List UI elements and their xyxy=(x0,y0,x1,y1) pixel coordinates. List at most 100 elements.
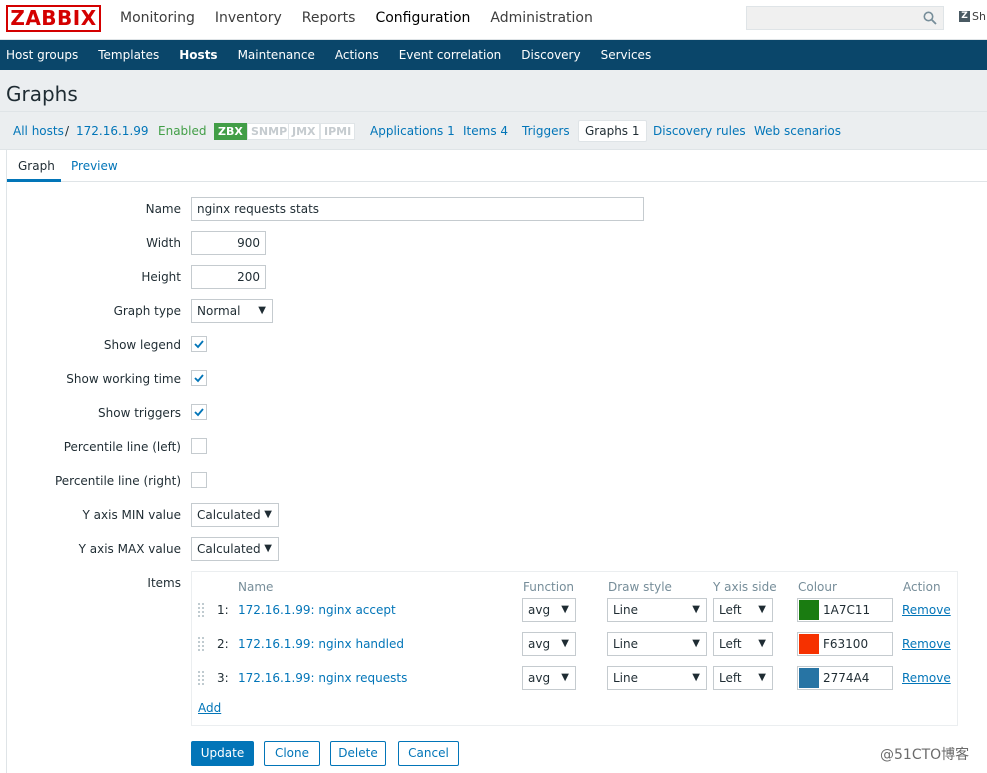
watermark: @51CTO博客 xyxy=(880,747,970,763)
item-name-link[interactable]: 172.16.1.99: nginx handled xyxy=(238,637,404,651)
host-tab-items[interactable]: Items 4 xyxy=(463,124,508,138)
menu-administration[interactable]: Administration xyxy=(480,0,602,40)
show-triggers-label: Show triggers xyxy=(98,406,181,420)
dropdown-arrow-icon: ▼ xyxy=(258,305,266,316)
breadcrumb-host[interactable]: 172.16.1.99 xyxy=(76,124,149,138)
remove-item-link[interactable]: Remove xyxy=(902,671,951,685)
ymax-label: Y axis MAX value xyxy=(78,542,181,556)
y-axis-side-select[interactable]: Left ▼ xyxy=(713,666,773,690)
search-icon[interactable] xyxy=(923,11,937,25)
show-legend-label: Show legend xyxy=(103,338,181,352)
submenu-services[interactable]: Services xyxy=(601,40,672,70)
y-axis-side-select[interactable]: Left ▼ xyxy=(713,598,773,622)
host-tab-applications[interactable]: Applications 1 xyxy=(370,124,455,138)
tab-graph[interactable]: Graph xyxy=(18,159,55,173)
dropdown-arrow-icon: ▼ xyxy=(692,604,700,615)
host-tab-graphs[interactable]: Graphs 1 xyxy=(578,120,647,142)
graph-type-label: Graph type xyxy=(113,304,181,318)
submenu-templates[interactable]: Templates xyxy=(98,40,179,70)
add-item-link[interactable]: Add xyxy=(198,701,221,715)
ymax-value: Calculated xyxy=(197,542,261,556)
colour-swatch[interactable] xyxy=(799,634,819,654)
colour-value: 2774A4 xyxy=(823,671,870,685)
draw-style-value: Line xyxy=(613,637,639,651)
tab-preview[interactable]: Preview xyxy=(71,159,118,173)
graph-type-select[interactable]: Normal ▼ xyxy=(191,299,273,323)
row-number: 1: xyxy=(217,603,229,617)
share-label: Sh xyxy=(972,10,986,23)
ymin-value: Calculated xyxy=(197,508,261,522)
drag-handle-icon[interactable] xyxy=(198,636,204,652)
search-input[interactable] xyxy=(746,6,944,30)
colour-swatch[interactable] xyxy=(799,668,819,688)
submenu-discovery[interactable]: Discovery xyxy=(521,40,600,70)
width-field[interactable]: 900 xyxy=(191,231,266,255)
item-name-link[interactable]: 172.16.1.99: nginx requests xyxy=(238,671,407,685)
menu-inventory[interactable]: Inventory xyxy=(205,0,292,40)
submenu-event-correlation[interactable]: Event correlation xyxy=(399,40,522,70)
function-select[interactable]: avg ▼ xyxy=(522,632,576,656)
zabbix-logo[interactable]: ZABBIX xyxy=(6,5,101,32)
submenu-maintenance[interactable]: Maintenance xyxy=(238,40,335,70)
percentile-left-label: Percentile line (left) xyxy=(63,440,181,454)
function-value: avg xyxy=(528,671,551,685)
ymin-label: Y axis MIN value xyxy=(82,508,181,522)
share-link[interactable]: Z Sh xyxy=(959,10,986,23)
y-axis-side-value: Left xyxy=(719,603,742,617)
host-status[interactable]: Enabled xyxy=(158,124,207,138)
function-select[interactable]: avg ▼ xyxy=(522,598,576,622)
percentile-right-checkbox[interactable] xyxy=(191,472,207,488)
submenu-hosts[interactable]: Hosts xyxy=(179,40,237,70)
badge-zbx: ZBX xyxy=(214,123,247,140)
draw-style-select[interactable]: Line ▼ xyxy=(607,598,707,622)
draw-style-select[interactable]: Line ▼ xyxy=(607,632,707,656)
col-function: Function xyxy=(523,580,575,594)
height-field[interactable]: 200 xyxy=(191,265,266,289)
function-select[interactable]: avg ▼ xyxy=(522,666,576,690)
submenu-actions[interactable]: Actions xyxy=(335,40,399,70)
items-label: Items xyxy=(147,576,181,590)
submenu-host-groups[interactable]: Host groups xyxy=(6,40,98,70)
active-tab-indicator xyxy=(7,179,61,182)
sub-menu: Host groups Templates Hosts Maintenance … xyxy=(0,40,987,70)
dropdown-arrow-icon: ▼ xyxy=(758,638,766,649)
clone-button[interactable]: Clone xyxy=(264,741,320,766)
remove-item-link[interactable]: Remove xyxy=(902,637,951,651)
percentile-left-checkbox[interactable] xyxy=(191,438,207,454)
item-name-link[interactable]: 172.16.1.99: nginx accept xyxy=(238,603,396,617)
draw-style-select[interactable]: Line ▼ xyxy=(607,666,707,690)
host-tab-triggers[interactable]: Triggers xyxy=(522,124,570,138)
menu-monitoring[interactable]: Monitoring xyxy=(120,0,205,40)
colour-picker[interactable]: 2774A4 xyxy=(797,666,893,690)
y-axis-side-select[interactable]: Left ▼ xyxy=(713,632,773,656)
percentile-right-label: Percentile line (right) xyxy=(54,474,181,488)
drag-handle-icon[interactable] xyxy=(198,670,204,686)
menu-reports[interactable]: Reports xyxy=(292,0,366,40)
remove-item-link[interactable]: Remove xyxy=(902,603,951,617)
ymin-select[interactable]: Calculated ▼ xyxy=(191,503,279,527)
show-triggers-checkbox[interactable] xyxy=(191,404,207,420)
cancel-button[interactable]: Cancel xyxy=(398,741,459,766)
dropdown-arrow-icon: ▼ xyxy=(692,638,700,649)
show-legend-checkbox[interactable] xyxy=(191,336,207,352)
delete-button[interactable]: Delete xyxy=(330,741,386,766)
colour-picker[interactable]: 1A7C11 xyxy=(797,598,893,622)
menu-configuration[interactable]: Configuration xyxy=(365,0,480,40)
name-field[interactable]: nginx requests stats xyxy=(191,197,644,221)
page-title: Graphs xyxy=(6,82,78,106)
breadcrumb-all-hosts[interactable]: All hosts xyxy=(13,124,64,138)
y-axis-side-value: Left xyxy=(719,671,742,685)
host-tab-discovery-rules[interactable]: Discovery rules xyxy=(653,124,746,138)
function-value: avg xyxy=(528,603,551,617)
y-axis-side-value: Left xyxy=(719,637,742,651)
colour-swatch[interactable] xyxy=(799,600,819,620)
update-button[interactable]: Update xyxy=(191,741,254,766)
host-tab-web-scenarios[interactable]: Web scenarios xyxy=(754,124,841,138)
colour-picker[interactable]: F63100 xyxy=(797,632,893,656)
main-menu: Monitoring Inventory Reports Configurati… xyxy=(120,0,603,40)
drag-handle-icon[interactable] xyxy=(198,602,204,618)
row-number: 2: xyxy=(217,637,229,651)
show-working-time-checkbox[interactable] xyxy=(191,370,207,386)
colour-value: F63100 xyxy=(823,637,869,651)
ymax-select[interactable]: Calculated ▼ xyxy=(191,537,279,561)
